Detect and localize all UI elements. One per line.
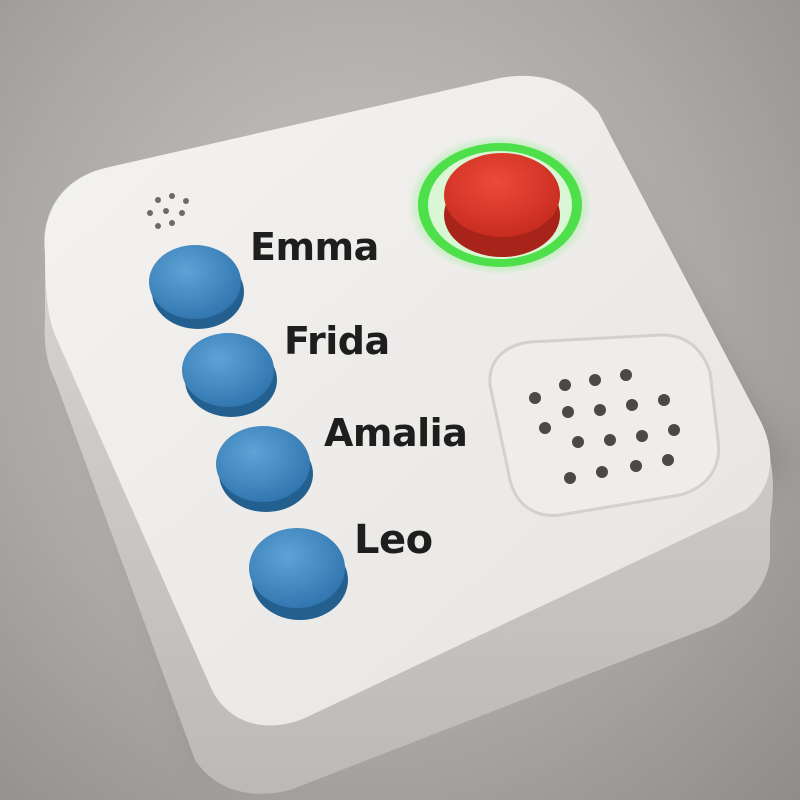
button-leo[interactable]: [249, 528, 348, 620]
device-illustration: [44, 75, 790, 794]
label-leo: Leo: [354, 517, 433, 563]
label-emma: Emma: [250, 225, 379, 269]
record-button[interactable]: [408, 135, 592, 275]
speaker-grille-icon: [488, 333, 721, 517]
device-scene: Emma Frida Amalia Leo: [0, 0, 800, 800]
label-frida: Frida: [284, 319, 390, 363]
label-amalia: Amalia: [324, 411, 468, 455]
